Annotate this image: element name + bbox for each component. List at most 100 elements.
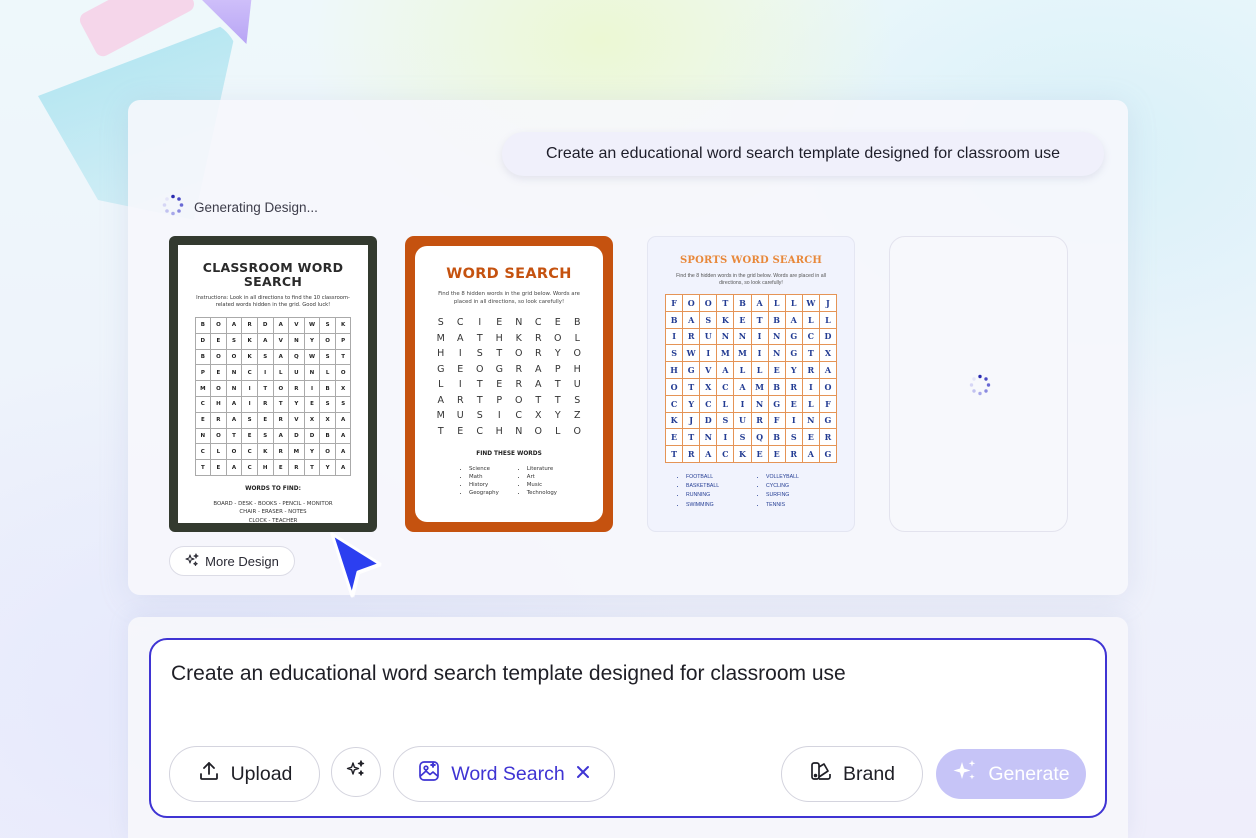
card1-grid-cell: E bbox=[210, 364, 227, 382]
user-prompt-bubble: Create an educational word search templa… bbox=[502, 132, 1104, 176]
card1-grid-cell: E bbox=[303, 395, 321, 413]
card3-grid-cell: S bbox=[665, 344, 684, 363]
card3-grid-cell: G bbox=[818, 445, 837, 463]
card2-grid-cell: T bbox=[535, 394, 542, 406]
brand-label: Brand bbox=[842, 762, 896, 785]
card1-grid-cell: N bbox=[225, 364, 243, 382]
brand-button[interactable]: Brand bbox=[781, 746, 923, 802]
card2-grid-row: MUS I CXYZ bbox=[431, 408, 587, 424]
card3-grid-cell: O bbox=[682, 294, 701, 312]
card1-grid-cell: M bbox=[288, 443, 305, 461]
card3-grid-cell: N bbox=[767, 344, 786, 363]
card2-grid-cell: C bbox=[534, 317, 542, 329]
card1-grid-row: TEACHERTYA bbox=[194, 459, 352, 476]
card2-grid-cell: R bbox=[515, 363, 523, 375]
card3-letter-grid: FOOTBALLWJBASKETBALLIRUNNINGCDSWIMMINGTX… bbox=[665, 294, 837, 463]
card2-grid-cell: C bbox=[515, 410, 523, 422]
card2-grid-row: ARTPOTTS bbox=[431, 393, 587, 409]
magic-enhance-button[interactable] bbox=[331, 747, 381, 797]
card3-word-item: TENNIS bbox=[766, 501, 824, 510]
card3-grid-row: BASKETBALL bbox=[665, 310, 837, 329]
card3-instructions: Find the 8 hidden words in the grid belo… bbox=[676, 273, 826, 286]
card1-grid-cell: V bbox=[288, 411, 305, 429]
card1-grid-cell: S bbox=[241, 411, 258, 429]
card3-grid-cell: I bbox=[665, 327, 684, 346]
card2-grid-cell: T bbox=[554, 379, 561, 391]
card1-letter-grid: BOARDAVWSKDESKAVNYOPBOOKSAQWSTPENCILUNLO… bbox=[194, 317, 352, 476]
card3-grid-cell: T bbox=[682, 428, 701, 447]
card1-grid-cell: X bbox=[334, 380, 352, 397]
card1-grid-cell: B bbox=[319, 380, 336, 397]
card3-grid-cell: A bbox=[699, 445, 718, 463]
card3-grid-cell: L bbox=[767, 294, 786, 312]
card3-word-item: CYCLING bbox=[766, 482, 824, 491]
card2-grid-cell: S bbox=[437, 317, 444, 329]
card3-list-right: VOLLEYBALLCYCLINGSURFINGTENNIS bbox=[758, 473, 824, 510]
card3-word-item: RUNNING bbox=[686, 491, 744, 500]
template-chip-word-search[interactable]: Word Search bbox=[393, 746, 615, 802]
card1-grid-row: BOOKSAQWST bbox=[194, 348, 352, 366]
card3-grid-cell: L bbox=[801, 394, 820, 413]
card2-grid-cell: Y bbox=[554, 348, 561, 360]
pointer-cursor-icon bbox=[318, 526, 398, 621]
card1-grid-cell: R bbox=[210, 411, 227, 429]
card2-word-lists: ScienceMathHistoryGeography LiteratureAr… bbox=[423, 465, 595, 497]
card2-grid-cell: O bbox=[573, 348, 581, 360]
card2-grid-cell: H bbox=[437, 348, 445, 360]
design-card-loading bbox=[889, 236, 1068, 532]
card3-grid-cell: N bbox=[767, 327, 786, 346]
upload-button[interactable]: Upload bbox=[169, 746, 320, 802]
card3-grid-cell: S bbox=[699, 310, 718, 329]
card1-grid-cell: A bbox=[334, 443, 352, 461]
card2-grid-cell: K bbox=[515, 332, 522, 344]
card1-grid-cell: K bbox=[334, 317, 352, 334]
card3-grid-cell: Y bbox=[682, 394, 701, 413]
card1-grid-row: DESKAVNYOP bbox=[194, 332, 352, 350]
card3-grid-cell: T bbox=[682, 377, 701, 396]
card1-grid-cell: Q bbox=[288, 348, 305, 366]
prompt-input[interactable]: Create an educational word search templa… bbox=[171, 662, 846, 686]
card2-grid-row: MATHKROL bbox=[431, 331, 587, 347]
generate-label: Generate bbox=[988, 762, 1070, 785]
card2-grid-cell: P bbox=[554, 363, 561, 375]
card1-grid-cell: O bbox=[210, 317, 227, 334]
card1-grid-cell: R bbox=[256, 395, 274, 413]
design-card-sports[interactable]: SPORTS WORD SEARCH Find the 8 hidden wor… bbox=[647, 236, 855, 532]
card2-word-item: Science bbox=[469, 465, 499, 473]
card3-grid-cell: E bbox=[767, 361, 786, 379]
card1-grid-cell: N bbox=[225, 380, 243, 397]
card3-grid-cell: S bbox=[716, 411, 735, 430]
sparkle-icon bbox=[952, 758, 978, 790]
design-card-word-search[interactable]: WORD SEARCH Find the 8 hidden words in t… bbox=[405, 236, 613, 532]
card2-grid-cell: P bbox=[496, 394, 503, 406]
card3-grid-row: KJDSURFING bbox=[665, 411, 837, 430]
card1-grid-cell: C bbox=[241, 443, 258, 461]
card3-grid-cell: A bbox=[818, 361, 837, 379]
remove-chip-icon[interactable] bbox=[575, 764, 591, 784]
card3-grid-cell: C bbox=[699, 394, 718, 413]
card3-grid-row: OTXCAMBRIO bbox=[665, 377, 837, 396]
card1-grid-cell: C bbox=[194, 395, 212, 413]
card2-grid-cell: Y bbox=[554, 410, 561, 422]
card2-grid-cell: R bbox=[534, 348, 542, 360]
card1-grid-cell: D bbox=[194, 332, 212, 350]
card1-grid-cell: A bbox=[334, 427, 352, 445]
card2-grid-cell: N bbox=[515, 317, 523, 329]
card1-grid-cell: S bbox=[225, 332, 243, 350]
card1-grid-cell: S bbox=[256, 427, 274, 445]
card3-grid-cell: C bbox=[801, 327, 820, 346]
card1-grid-cell: N bbox=[303, 364, 321, 382]
card1-grid-cell: A bbox=[334, 459, 352, 476]
card1-grid-row: CHAIRTYESS bbox=[194, 395, 352, 413]
card2-title: WORD SEARCH bbox=[446, 266, 572, 282]
generate-button[interactable]: Generate bbox=[936, 749, 1086, 799]
card1-instructions: Instructions: Look in all directions to … bbox=[196, 295, 350, 308]
card1-grid-cell: W bbox=[303, 317, 321, 334]
card3-grid-cell: R bbox=[784, 377, 803, 396]
card3-grid-cell: B bbox=[767, 428, 786, 447]
more-design-button[interactable]: More Design bbox=[169, 546, 295, 576]
design-card-classroom[interactable]: CLASSROOM WORD SEARCH Instructions: Look… bbox=[169, 236, 377, 532]
card1-grid-row: CLOCKRMYOA bbox=[194, 443, 352, 461]
card3-grid-cell: G bbox=[784, 344, 803, 363]
card2-word-item: History bbox=[469, 481, 499, 489]
